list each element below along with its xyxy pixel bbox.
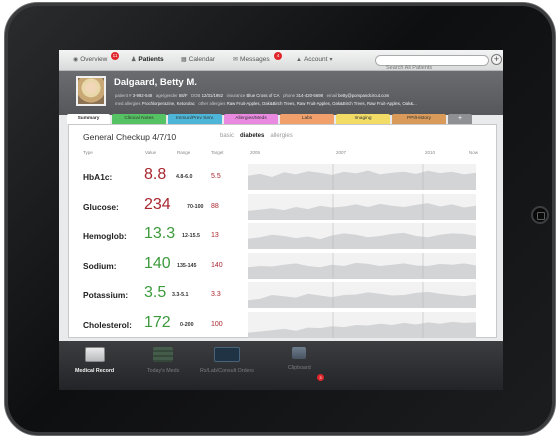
tab-labs[interactable]: Labs xyxy=(280,114,334,124)
year-label: 2005 xyxy=(250,150,261,155)
bottom-dock: Medical Record Today's Meds Rx/Lab/Consu… xyxy=(59,341,503,390)
overview-badge: 11 xyxy=(111,52,119,60)
lab-row[interactable]: Cholesterol: 172 0-200 100 xyxy=(69,310,498,340)
medical-record-icon xyxy=(84,347,105,362)
envelope-icon: ✉ xyxy=(233,57,239,63)
patient-allergies: med allergies Prochlorperazine, Ketorola… xyxy=(115,101,417,106)
person-icon: ♟ xyxy=(131,57,137,63)
app-screen: ◉ Overview 11 ♟ Patients ▦ Calendar ✉ Me… xyxy=(59,50,503,390)
home-icon: ◉ xyxy=(73,57,79,63)
tab-imaging[interactable]: Imaging xyxy=(336,114,390,124)
col-range: Range xyxy=(177,150,191,155)
dock-orders[interactable]: Rx/Lab/Consult Orders xyxy=(200,347,254,374)
filter-diabetes[interactable]: diabetes xyxy=(240,133,264,139)
meds-icon xyxy=(153,347,174,362)
lab-range: 70-100 xyxy=(187,203,204,210)
home-button[interactable] xyxy=(531,206,549,224)
tab-allergies-meds[interactable]: Allergies/Meds xyxy=(224,114,278,124)
lock-icon: ▲ xyxy=(296,56,302,63)
trend-area xyxy=(248,262,476,279)
lab-row[interactable]: HbA1c: 8.8 4.8-6.0 5.5 xyxy=(69,162,498,192)
nav-messages[interactable]: ✉ Messages xyxy=(233,56,270,63)
lab-row[interactable]: Sodium: 140 135-145 140 xyxy=(69,251,498,281)
clipboard-icon xyxy=(292,347,307,359)
summary-panel: General Checkup 4/7/10 basic diabetes al… xyxy=(68,124,497,338)
dock-todays-meds[interactable]: Today's Meds xyxy=(147,347,179,374)
lab-target: 3.3 xyxy=(211,291,221,298)
trend-chart xyxy=(248,193,476,220)
add-button[interactable]: + xyxy=(491,54,502,65)
tab-immun-prev-serv[interactable]: Immun/Prev Serv. xyxy=(168,114,222,124)
filter-tabs: basic diabetes allergies xyxy=(220,133,293,139)
lab-value: 234 xyxy=(144,195,171,213)
trend-chart xyxy=(248,311,476,338)
tab-clinical-notes[interactable]: Clinical Notes xyxy=(112,114,166,124)
lab-range: 135-145 xyxy=(177,262,197,269)
clipboard-badge: 3 xyxy=(317,374,324,381)
year-label: 2007 xyxy=(336,150,347,155)
lab-value: 8.8 xyxy=(144,166,167,183)
lab-type: Glucose: xyxy=(83,201,119,212)
lab-value: 3.5 xyxy=(144,284,167,301)
nav-account[interactable]: ▲ Account ▾ xyxy=(296,56,332,63)
lab-type: Cholesterol: xyxy=(83,319,132,330)
search-box[interactable] xyxy=(375,55,489,73)
col-type: Type xyxy=(83,150,93,155)
dock-clipboard[interactable]: Clipboard xyxy=(288,347,311,371)
trend-chart xyxy=(248,223,476,249)
col-value: Value xyxy=(145,150,157,155)
checkup-title: General Checkup 4/7/10 xyxy=(83,132,177,142)
nav-overview[interactable]: ◉ Overview xyxy=(73,56,107,63)
lab-target: 100 xyxy=(211,320,223,328)
lab-target: 140 xyxy=(211,261,223,269)
patient-header: Dalgaard, Betty M. patient # 3-992-548 a… xyxy=(59,71,503,115)
lab-row[interactable]: Potassium: 3.5 3.3-5.1 3.3 xyxy=(69,280,498,310)
year-label: 2010 xyxy=(425,150,436,155)
tab-ppi-history[interactable]: PPI/History xyxy=(392,114,446,124)
messages-badge: 4 xyxy=(274,52,282,60)
lab-range: 12-15.5 xyxy=(182,233,200,239)
trend-chart xyxy=(248,282,476,308)
lab-value: 172 xyxy=(144,313,171,331)
patient-name: Dalgaard, Betty M. xyxy=(114,77,197,88)
chevron-down-icon: ▾ xyxy=(329,57,333,63)
filter-allergies[interactable]: allergies xyxy=(270,133,292,139)
lab-value: 13.3 xyxy=(144,225,176,242)
year-label: Now xyxy=(469,150,479,155)
trend-chart xyxy=(248,164,476,190)
lab-range: 3.3-5.1 xyxy=(172,292,189,298)
tab-add[interactable]: + xyxy=(448,114,472,124)
col-target: Target xyxy=(211,150,224,155)
top-nav: ◉ Overview 11 ♟ Patients ▦ Calendar ✉ Me… xyxy=(59,50,503,73)
trend-chart xyxy=(248,252,476,279)
calendar-icon: ▦ xyxy=(181,57,187,63)
lab-range: 4.8-6.0 xyxy=(176,174,193,180)
tab-summary[interactable]: Summary xyxy=(67,114,110,124)
lab-type: Hemoglob: xyxy=(83,231,127,241)
lab-target: 5.5 xyxy=(211,173,221,180)
dock-medical-record[interactable]: Medical Record xyxy=(75,347,114,374)
patient-details: patient # 3-992-548 age/gender 58/F DOB … xyxy=(115,93,390,98)
lab-value: 140 xyxy=(144,254,171,272)
trend-area xyxy=(248,170,476,190)
lab-range: 0-200 xyxy=(180,321,194,328)
lab-row[interactable]: Hemoglob: 13.3 12-15.5 13 xyxy=(69,221,498,251)
nav-patients[interactable]: ♟ Patients xyxy=(131,56,164,63)
record-tabs: Summary Clinical Notes Immun/Prev Serv. … xyxy=(67,114,472,124)
nav-calendar[interactable]: ▦ Calendar xyxy=(181,56,215,63)
lab-target: 88 xyxy=(211,202,219,210)
lab-type: Sodium: xyxy=(83,260,117,271)
orders-icon xyxy=(213,347,240,362)
lab-type: Potassium: xyxy=(83,290,129,300)
lab-type: HbA1c: xyxy=(83,172,113,182)
lab-row[interactable]: Glucose: 234 70-100 88 xyxy=(69,192,498,222)
patient-photo xyxy=(76,76,106,106)
lab-target: 13 xyxy=(211,232,219,239)
filter-basic[interactable]: basic xyxy=(220,133,234,139)
